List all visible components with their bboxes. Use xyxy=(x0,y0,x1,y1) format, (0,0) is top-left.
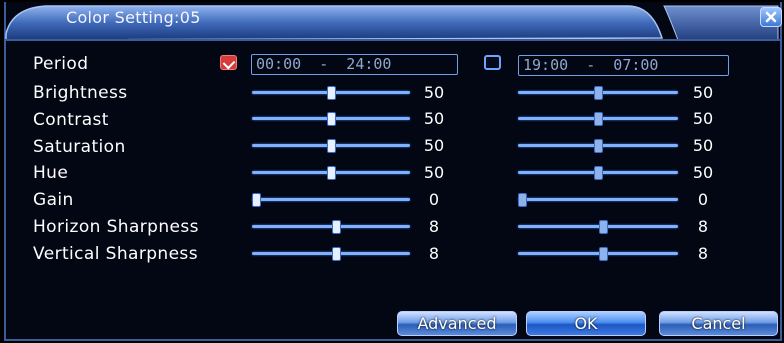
slider-thumb[interactable] xyxy=(327,86,336,100)
hue-value-period-2: 50 xyxy=(692,163,714,182)
contrast-label: Contrast xyxy=(33,110,109,130)
contrast-slider-period-1[interactable] xyxy=(252,112,410,126)
hue-slider-period-2[interactable] xyxy=(518,166,678,180)
saturation-value-period-2: 50 xyxy=(692,136,714,155)
slider-thumb[interactable] xyxy=(594,86,603,100)
gain-slider-period-2[interactable] xyxy=(518,193,678,207)
saturation-value-period-1: 50 xyxy=(423,136,445,155)
hue-value-period-1: 50 xyxy=(423,163,445,182)
slider-thumb[interactable] xyxy=(252,193,261,207)
ok-button[interactable]: OK xyxy=(526,311,646,336)
close-icon xyxy=(765,11,777,23)
contrast-slider-period-2[interactable] xyxy=(518,112,678,126)
horizon-sharpness-slider-period-1[interactable] xyxy=(252,220,410,234)
slider-thumb[interactable] xyxy=(598,220,608,234)
close-button[interactable] xyxy=(760,7,782,27)
brightness-value-period-2: 50 xyxy=(692,83,714,102)
horizon-sharpness-value-period-2: 8 xyxy=(697,217,709,236)
vertical-sharpness-slider-period-1[interactable] xyxy=(252,247,410,261)
period-label: Period xyxy=(33,54,89,74)
slider-thumb[interactable] xyxy=(327,112,336,126)
slider-thumb[interactable] xyxy=(594,139,603,153)
saturation-slider-period-2[interactable] xyxy=(518,139,678,153)
dialog-title: Color Setting:05 xyxy=(66,8,201,27)
vertical-sharpness-value-period-1: 8 xyxy=(428,244,440,263)
period-2-checkbox[interactable] xyxy=(484,55,501,70)
contrast-value-period-1: 50 xyxy=(423,109,445,128)
gain-slider-period-1[interactable] xyxy=(252,193,410,207)
vertical-sharpness-value-period-2: 8 xyxy=(697,244,709,263)
brightness-label: Brightness xyxy=(33,83,128,103)
gain-label: Gain xyxy=(33,190,74,210)
slider-thumb[interactable] xyxy=(518,193,527,207)
hue-label: Hue xyxy=(33,163,69,183)
slider-thumb[interactable] xyxy=(327,166,336,180)
slider-track xyxy=(518,198,678,201)
horizon-sharpness-slider-period-2[interactable] xyxy=(518,220,678,234)
horizon-sharpness-label: Horizon Sharpness xyxy=(33,217,199,237)
slider-thumb[interactable] xyxy=(327,139,336,153)
slider-thumb[interactable] xyxy=(594,166,603,180)
slider-track xyxy=(252,198,410,201)
saturation-slider-period-1[interactable] xyxy=(252,139,410,153)
period-1-time-field[interactable]: 00:00 - 24:00 xyxy=(251,54,458,75)
brightness-value-period-1: 50 xyxy=(423,83,445,102)
slider-thumb[interactable] xyxy=(598,247,608,261)
vertical-sharpness-slider-period-2[interactable] xyxy=(518,247,678,261)
cancel-button[interactable]: Cancel xyxy=(659,311,778,336)
contrast-value-period-2: 50 xyxy=(692,109,714,128)
slider-thumb[interactable] xyxy=(331,220,341,234)
vertical-sharpness-label: Vertical Sharpness xyxy=(33,244,198,264)
hue-slider-period-1[interactable] xyxy=(252,166,410,180)
horizon-sharpness-value-period-1: 8 xyxy=(428,217,440,236)
gain-value-period-2: 0 xyxy=(697,190,709,209)
slider-thumb[interactable] xyxy=(331,247,341,261)
brightness-slider-period-1[interactable] xyxy=(252,86,410,100)
advanced-button[interactable]: Advanced xyxy=(397,311,517,336)
period-1-checkbox[interactable] xyxy=(220,55,237,70)
gain-value-period-1: 0 xyxy=(428,190,440,209)
period-2-time-field[interactable]: 19:00 - 07:00 xyxy=(518,55,729,76)
saturation-label: Saturation xyxy=(33,137,126,157)
brightness-slider-period-2[interactable] xyxy=(518,86,678,100)
slider-thumb[interactable] xyxy=(594,112,603,126)
